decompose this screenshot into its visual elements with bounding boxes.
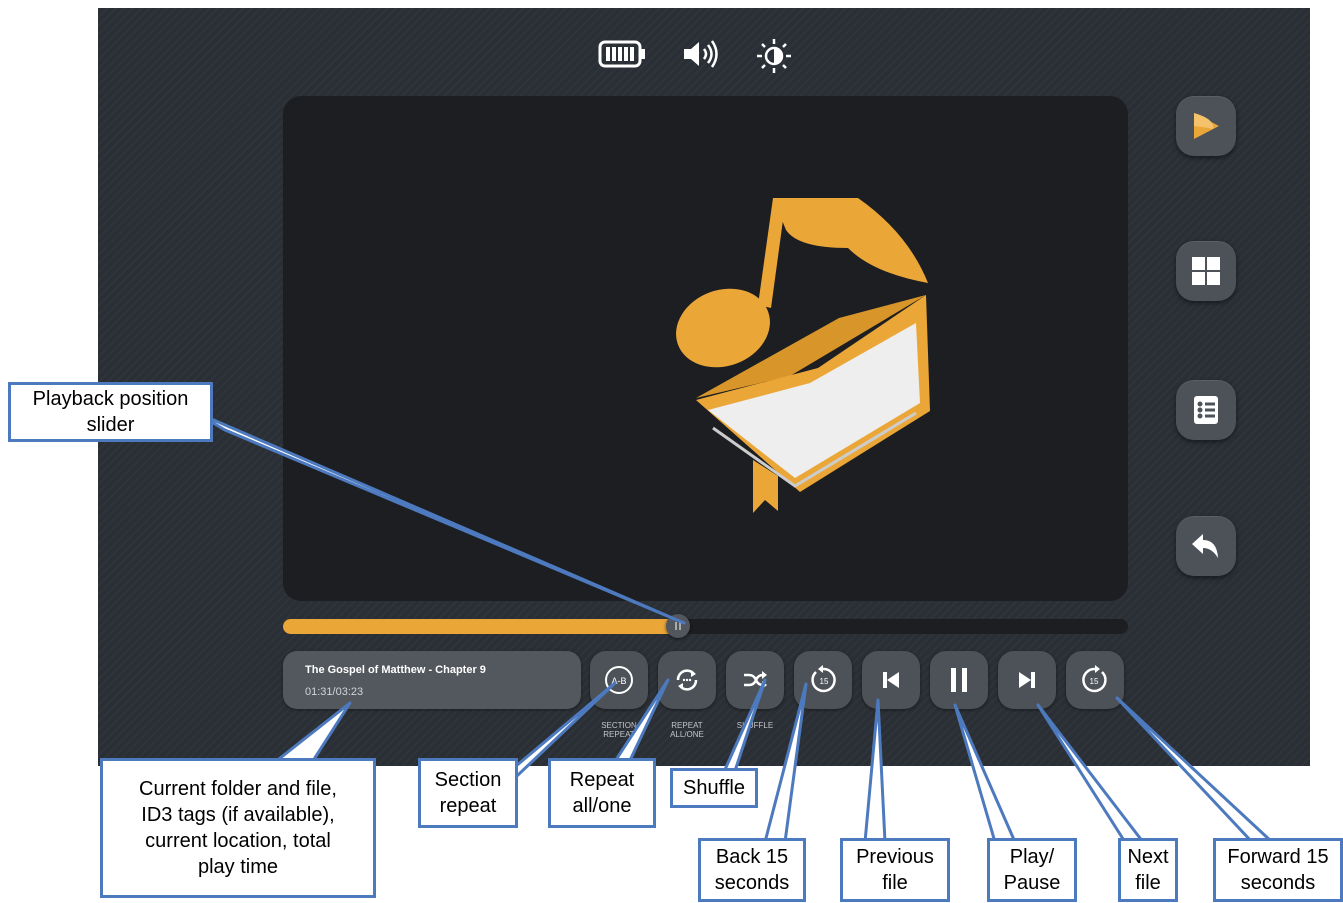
callout-back-15: Back 15 seconds [698, 838, 806, 902]
callout-file-info: Current folder and file, ID3 tags (if ava… [100, 758, 376, 898]
callout-next: Next file [1118, 838, 1178, 902]
callout-repeat: Repeat all/one [548, 758, 656, 828]
callout-playback-slider: Playback position slider [8, 382, 213, 442]
callout-forward-15: Forward 15 seconds [1213, 838, 1343, 902]
callout-play-pause: Play/Pause [987, 838, 1077, 902]
callout-shuffle: Shuffle [670, 768, 758, 808]
callout-section-repeat: Section repeat [418, 758, 518, 828]
callout-previous: Previous file [840, 838, 950, 902]
